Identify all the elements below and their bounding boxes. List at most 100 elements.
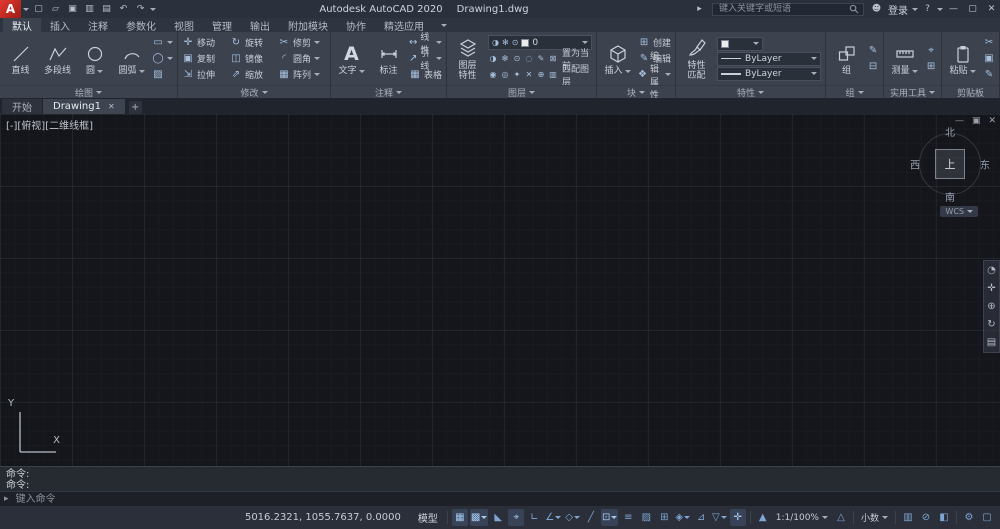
file-tab-drawing1[interactable]: Drawing1 ✕ — [43, 99, 125, 114]
tab-manage[interactable]: 管理 — [203, 18, 241, 33]
layer-select-caret-icon[interactable] — [582, 41, 589, 44]
dimension-tool[interactable]: 标注 — [372, 42, 405, 76]
file-tab-close-icon[interactable]: ✕ — [108, 102, 115, 111]
layer-edit-icon[interactable]: ✎ — [536, 54, 546, 63]
edit-attributes-tool[interactable]: ❖ 编辑属性 — [638, 52, 672, 101]
pan-icon[interactable]: ✛ — [987, 283, 995, 294]
osnap-caret-icon[interactable] — [611, 516, 618, 519]
group-edit-tool[interactable]: ✎ — [867, 43, 879, 58]
isodraft-toggle[interactable]: ◇ — [564, 509, 581, 526]
line-tool[interactable]: 直线 — [4, 42, 37, 76]
layer-properties-button[interactable]: 图层特性 — [451, 36, 484, 81]
ribbon-display-toggle[interactable] — [433, 18, 455, 32]
measure-button[interactable]: 测量 — [888, 42, 921, 76]
help-button[interactable]: ? — [920, 4, 935, 14]
layer-on-icon[interactable]: ◉ — [488, 70, 498, 79]
isodraft-caret-icon[interactable] — [573, 516, 580, 519]
view-cube[interactable]: 北 南 西 东 上 — [910, 126, 990, 204]
save-button[interactable]: ▣ — [65, 2, 80, 16]
fillet-caret-icon[interactable] — [314, 57, 321, 60]
panel-expander-draw[interactable]: 绘图 — [0, 85, 177, 99]
panel-expander-clipboard[interactable]: 剪贴板 — [942, 85, 1000, 99]
rectangle-caret-icon[interactable] — [167, 41, 173, 44]
array-tool[interactable]: ▦ 阵列 — [278, 67, 326, 82]
tab-annotate[interactable]: 注释 — [79, 18, 117, 33]
layer-thaw-icon[interactable]: ◎ — [500, 70, 510, 79]
model-space-button[interactable]: 模型 — [413, 510, 443, 525]
mirror-tool[interactable]: ◫ 镜像 — [230, 51, 278, 66]
view-cube-top-face[interactable]: 上 — [935, 149, 965, 179]
selection-filter-caret-icon[interactable] — [720, 516, 727, 519]
view-cube-west[interactable]: 西 — [910, 157, 920, 172]
3d-object-snap-toggle[interactable]: ◈ — [674, 509, 691, 526]
tab-view[interactable]: 视图 — [165, 18, 203, 33]
rotate-tool[interactable]: ↻ 旋转 — [230, 35, 278, 50]
layer-unlock-icon[interactable]: ✦ — [512, 70, 522, 79]
rectangle-tool[interactable]: ▭ — [152, 35, 173, 50]
edit-attributes-caret-icon[interactable] — [665, 73, 672, 76]
window-close-button[interactable]: ✕ — [983, 0, 1000, 18]
3d-osnap-caret-icon[interactable] — [684, 516, 691, 519]
leader-tool[interactable]: ↗ 引线 — [409, 49, 443, 72]
doc-restore-button[interactable]: ▣ — [972, 116, 981, 126]
sign-in-button[interactable]: 登录 — [886, 2, 910, 17]
quick-properties-toggle[interactable]: ▥ — [900, 509, 916, 526]
app-menu-caret-icon[interactable] — [23, 7, 29, 11]
doc-close-button[interactable]: ✕ — [988, 116, 996, 126]
layer-unisolate-icon[interactable]: ◌ — [524, 54, 534, 63]
orbit-icon[interactable]: ↻ — [987, 319, 995, 330]
drawing-canvas[interactable]: [-][俯视][二维线框] — ▣ ✕ 北 南 西 东 上 WCS ◔ ✛ ⊕ … — [0, 114, 1000, 466]
insert-block-button[interactable]: 插入 — [601, 42, 634, 76]
ellipse-tool[interactable]: ◯ — [152, 51, 173, 66]
trim-tool[interactable]: ✂ 修剪 — [278, 35, 326, 50]
zoom-icon[interactable]: ⊕ — [987, 301, 995, 312]
paste-button[interactable]: 粘贴 — [946, 42, 979, 76]
match-layer-button[interactable]: 匹配图层 — [562, 62, 592, 88]
new-drawing-tab-button[interactable]: + — [128, 101, 142, 114]
hatch-tool[interactable]: ▨ — [152, 67, 173, 82]
layer-freeze-tool-icon[interactable]: ✻ — [500, 54, 510, 63]
plot-button[interactable]: ▤ — [99, 2, 114, 16]
infer-constraints-toggle[interactable]: ◣ — [490, 509, 506, 526]
selection-cycling-toggle[interactable]: ⊞ — [656, 509, 672, 526]
snap-mode-toggle[interactable]: ▩ — [469, 509, 489, 526]
object-snap-toggle[interactable]: ⊡ — [600, 509, 619, 526]
window-maximize-button[interactable]: ▢ — [964, 0, 981, 18]
panel-expander-groups[interactable]: 组 — [826, 85, 884, 99]
command-input[interactable] — [13, 492, 1000, 506]
lineweight-toggle[interactable]: ≡ — [620, 509, 636, 526]
customization-button[interactable]: ⚙ — [961, 509, 977, 526]
object-color-select[interactable] — [717, 36, 764, 51]
group-button[interactable]: 组 — [830, 42, 863, 76]
array-caret-icon[interactable] — [314, 73, 321, 76]
help-caret-icon[interactable] — [937, 7, 943, 11]
polar-tracking-toggle[interactable]: ∠ — [544, 509, 562, 526]
redo-button[interactable]: ↷ — [133, 2, 148, 16]
annotation-visibility-toggle[interactable]: ▲ — [755, 509, 771, 526]
annotation-autoscale-toggle[interactable]: △ — [833, 509, 849, 526]
help-search-box[interactable] — [712, 2, 864, 16]
annotation-scale-button[interactable]: 1:1/100% — [773, 513, 831, 523]
layer-turn-off-icon[interactable]: ✕ — [524, 70, 534, 79]
leader-caret-icon[interactable] — [436, 57, 443, 60]
dynamic-ucs-toggle[interactable]: ⊿ — [693, 509, 709, 526]
snap-caret-icon[interactable] — [481, 516, 488, 519]
quick-access-caret-icon[interactable] — [150, 7, 156, 11]
panel-expander-block[interactable]: 块 — [597, 85, 676, 99]
table-tool[interactable]: ▦ 表格 — [409, 67, 442, 82]
layer-delete-icon[interactable]: ⊠ — [548, 54, 558, 63]
quick-calc-tool[interactable]: ⊞ — [925, 59, 937, 74]
tab-insert[interactable]: 插入 — [41, 18, 79, 33]
panel-expander-layers[interactable]: 图层 — [447, 85, 597, 99]
dynamic-input-toggle[interactable]: ⌖ — [508, 509, 525, 526]
application-menu-button[interactable]: A — [0, 0, 21, 18]
steering-wheel-icon[interactable]: ◔ — [987, 265, 996, 276]
object-snap-tracking-toggle[interactable]: ╱ — [583, 509, 599, 526]
trim-caret-icon[interactable] — [314, 41, 321, 44]
layer-off-icon[interactable]: ◑ — [488, 54, 498, 63]
layer-isolate-icon[interactable]: ⊙ — [512, 54, 522, 63]
show-motion-icon[interactable]: ▤ — [987, 337, 996, 348]
polyline-tool[interactable]: 多段线 — [41, 42, 74, 76]
doc-minimize-button[interactable]: — — [955, 116, 964, 126]
save-as-button[interactable]: ▥ — [82, 2, 97, 16]
